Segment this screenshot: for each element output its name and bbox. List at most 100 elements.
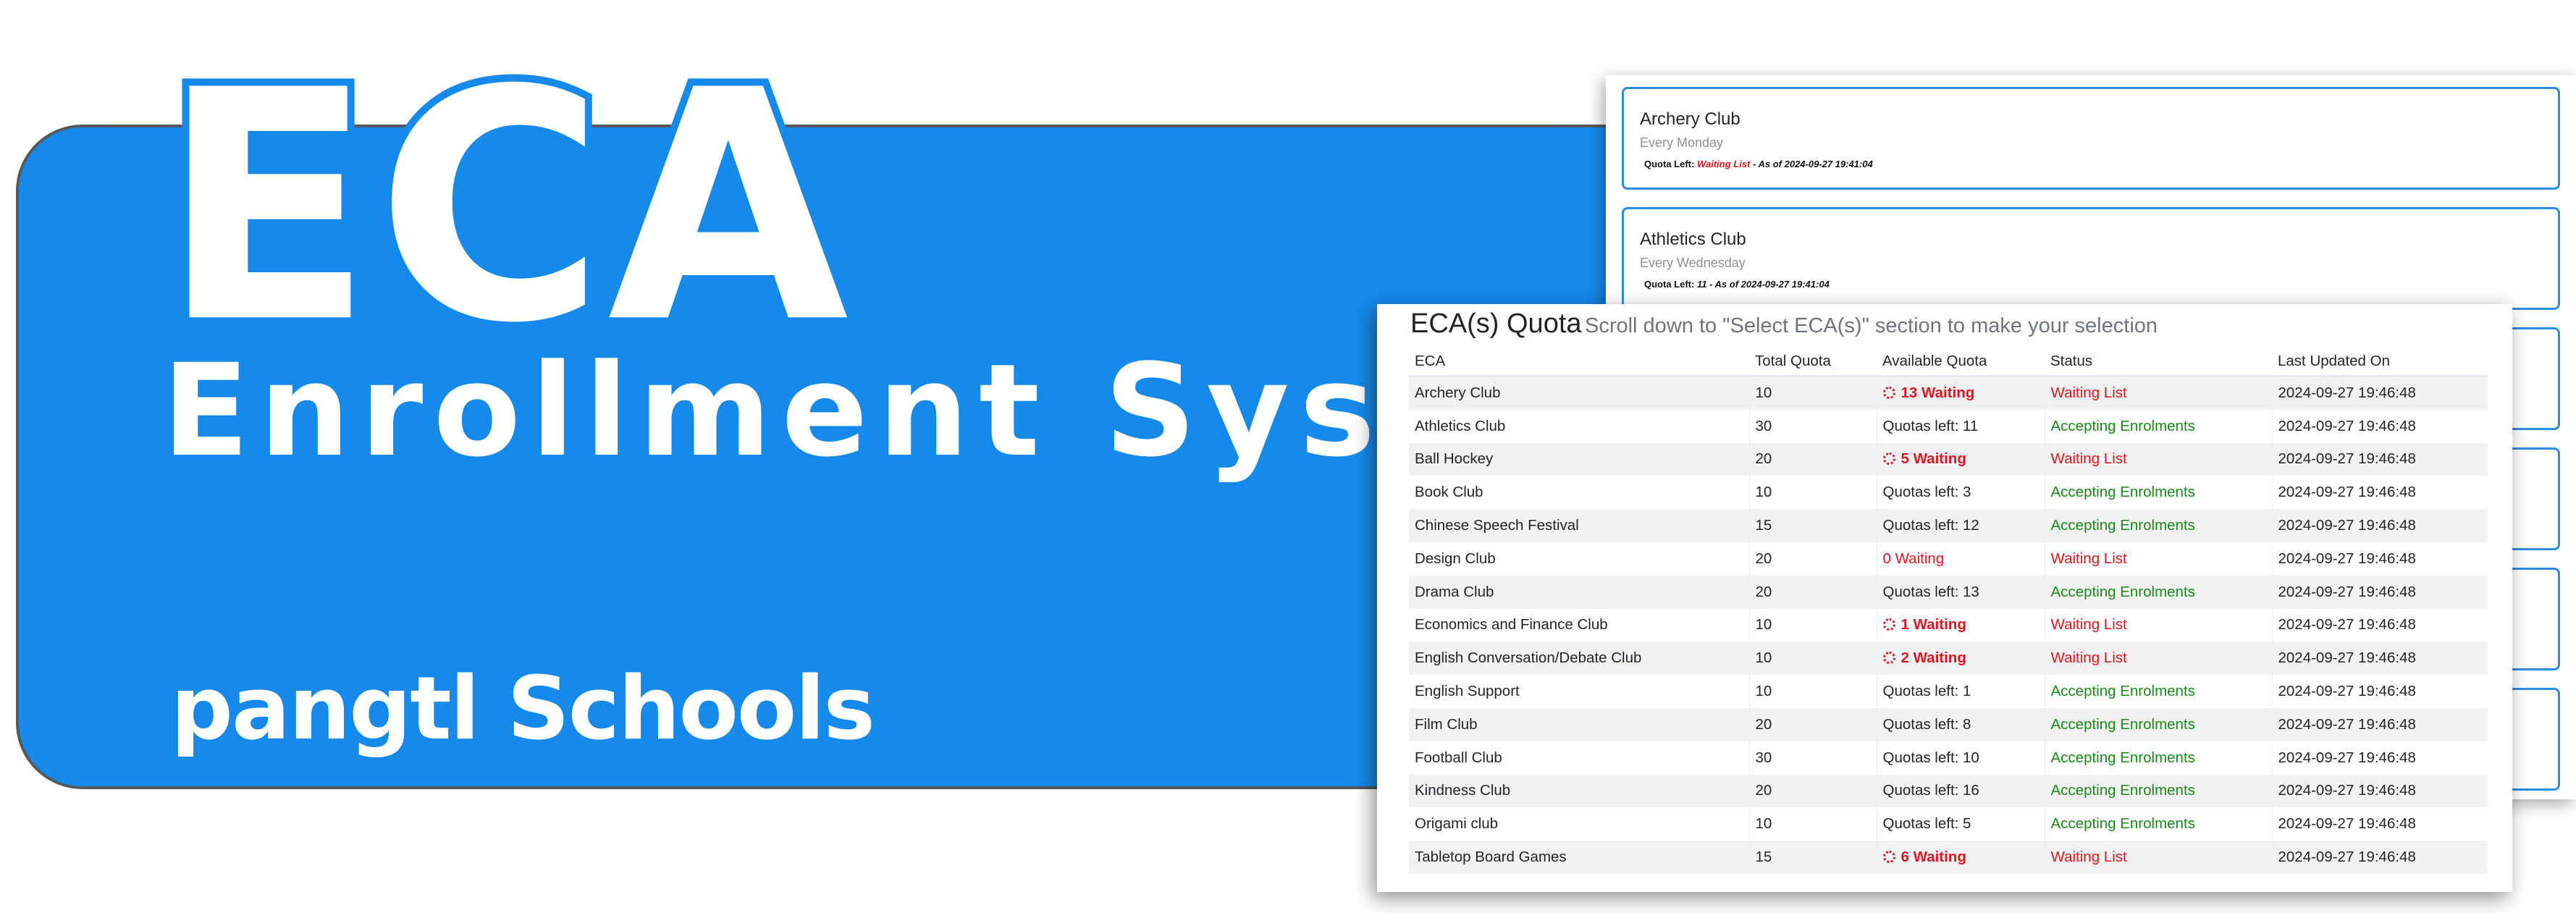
- cell-last-updated: 2024-09-27 19:46:48: [2271, 675, 2488, 708]
- cell-last-updated: 2024-09-27 19:46:48: [2271, 575, 2488, 609]
- club-card-quota: Quota Left: 11 - As of 2024-09-27 19:41:…: [1644, 279, 1830, 290]
- cell-last-updated: 2024-09-27 19:46:48: [2271, 442, 2488, 476]
- cell-status: Waiting List: [2044, 542, 2272, 576]
- cell-total-quota: 20: [1748, 575, 1877, 609]
- quota-heading: ECA(s) Quota Scroll down to "Select ECA(…: [1410, 308, 2158, 340]
- cell-available-quota: Quotas left: 12: [1876, 509, 2045, 542]
- cell-eca: English Conversation/Debate Club: [1409, 641, 1749, 676]
- quota-window: ECA(s) Quota Scroll down to "Select ECA(…: [1377, 304, 2512, 892]
- cell-total-quota: 30: [1748, 409, 1877, 443]
- club-card-name: Archery Club: [1640, 109, 1741, 129]
- quota-subtitle: Scroll down to "Select ECA(s)" section t…: [1584, 314, 2158, 337]
- cell-available-quota: Quotas left: 8: [1876, 707, 2045, 741]
- cell-last-updated: 2024-09-27 19:46:48: [2271, 542, 2488, 576]
- cell-status: Accepting Enrolments: [2044, 707, 2272, 741]
- cell-status: Waiting List: [2044, 376, 2272, 410]
- available-quota-text: Quotas left: 16: [1882, 782, 1979, 799]
- cell-eca: Athletics Club: [1409, 409, 1749, 443]
- cell-total-quota: 15: [1748, 509, 1877, 542]
- available-quota-text: Quotas left: 13: [1882, 583, 1979, 600]
- available-quota-text: 5 Waiting: [1901, 450, 1966, 468]
- available-quota-text: Quotas left: 8: [1882, 715, 1971, 733]
- cell-total-quota: 10: [1748, 641, 1877, 676]
- cell-available-quota: 5 Waiting: [1876, 442, 2045, 476]
- quota-title: ECA(s) Quota: [1410, 308, 1582, 339]
- cell-available-quota: Quotas left: 16: [1876, 774, 2045, 808]
- club-card[interactable]: Athletics Club Every Wednesday Quota Lef…: [1622, 207, 2560, 310]
- quota-table: ECA Total Quota Available Quota Status L…: [1409, 348, 2488, 874]
- cell-available-quota: 2 Waiting: [1876, 641, 2045, 676]
- cell-last-updated: 2024-09-27 19:46:48: [2271, 476, 2488, 510]
- loading-spinner-icon: [1882, 453, 1895, 466]
- cell-eca: Football Club: [1409, 741, 1749, 775]
- club-card-name: Athletics Club: [1640, 230, 1746, 249]
- available-quota-text: Quotas left: 1: [1882, 683, 1971, 700]
- loading-spinner-icon: [1882, 652, 1895, 665]
- column-header-eca: ECA: [1409, 348, 1749, 376]
- table-row: Drama Club 20 Quotas left: 13 Accepting Enr…: [1409, 575, 2488, 609]
- column-header-total-quota: Total Quota: [1749, 348, 1877, 376]
- loading-spinner-icon: [1882, 618, 1895, 631]
- cell-eca: Chinese Speech Festival: [1409, 509, 1749, 542]
- cell-eca: Tabletop Board Games: [1409, 841, 1749, 874]
- cell-available-quota: Quotas left: 1: [1876, 675, 2045, 708]
- cell-last-updated: 2024-09-27 19:46:48: [2271, 509, 2488, 542]
- cell-eca: Economics and Finance Club: [1409, 608, 1749, 642]
- cell-available-quota: 13 Waiting: [1876, 376, 2045, 410]
- available-quota-text: Quotas left: 11: [1882, 417, 1979, 434]
- cell-available-quota: Quotas left: 11: [1876, 409, 2045, 443]
- cell-available-quota: Quotas left: 5: [1876, 807, 2045, 841]
- club-card-schedule: Every Monday: [1640, 135, 1724, 150]
- cell-eca: English Support: [1409, 675, 1749, 708]
- available-quota-text: Quotas left: 12: [1882, 517, 1979, 534]
- table-row: Chinese Speech Festival 15 Quotas left: 12…: [1409, 509, 2488, 542]
- table-row: Origami club 10 Quotas left: 5 Accepting En…: [1409, 807, 2488, 841]
- cell-last-updated: 2024-09-27 19:46:48: [2271, 774, 2488, 808]
- cell-status: Waiting List: [2044, 641, 2272, 676]
- cell-total-quota: 30: [1748, 741, 1877, 775]
- cell-status: Accepting Enrolments: [2044, 509, 2272, 542]
- cell-status: Waiting List: [2044, 442, 2272, 476]
- column-header-status: Status: [2045, 348, 2272, 376]
- cell-status: Accepting Enrolments: [2044, 675, 2272, 708]
- cell-available-quota: Quotas left: 3: [1876, 476, 2045, 510]
- available-quota-text: 13 Waiting: [1901, 384, 1975, 401]
- cell-total-quota: 10: [1748, 476, 1877, 510]
- available-quota-text: 0 Waiting: [1882, 550, 1945, 567]
- cell-last-updated: 2024-09-27 19:46:48: [2271, 807, 2488, 841]
- cell-status: Accepting Enrolments: [2044, 741, 2272, 775]
- cell-eca: Ball Hockey: [1409, 442, 1749, 476]
- column-header-last-updated: Last Updated On: [2272, 348, 2488, 376]
- table-row: Design Club 20 0 Waiting Waiting List 2024-0…: [1409, 542, 2488, 576]
- cell-eca: Film Club: [1409, 707, 1749, 741]
- banner-title: ECA: [153, 23, 856, 393]
- table-row: Kindness Club 20 Quotas left: 16 Accepting …: [1409, 774, 2488, 808]
- cell-total-quota: 10: [1748, 608, 1877, 642]
- table-row: English Support 10 Quotas left: 1 Accepting…: [1409, 675, 2488, 708]
- cell-total-quota: 20: [1748, 542, 1877, 576]
- loading-spinner-icon: [1882, 386, 1895, 399]
- club-card[interactable]: Archery Club Every Monday Quota Left: Wa…: [1622, 87, 2560, 190]
- cell-last-updated: 2024-09-27 19:46:48: [2271, 707, 2488, 741]
- table-header-row: ECA Total Quota Available Quota Status L…: [1409, 348, 2488, 376]
- cell-total-quota: 20: [1748, 707, 1877, 741]
- cell-status: Accepting Enrolments: [2044, 774, 2272, 808]
- cell-eca: Design Club: [1409, 542, 1749, 576]
- table-row: Archery Club 10 13 Waiting Waiting List 2024…: [1409, 376, 2488, 410]
- available-quota-text: 2 Waiting: [1901, 649, 1966, 667]
- table-row: Athletics Club 30 Quotas left: 11 Accepting…: [1409, 409, 2488, 443]
- table-row: Ball Hockey 20 5 Waiting Waiting List 2024-0…: [1409, 442, 2488, 476]
- cell-eca: Kindness Club: [1409, 774, 1749, 808]
- cell-last-updated: 2024-09-27 19:46:48: [2271, 409, 2488, 443]
- available-quota-text: Quotas left: 10: [1882, 749, 1979, 766]
- cell-total-quota: 10: [1748, 376, 1877, 410]
- cell-last-updated: 2024-09-27 19:46:48: [2271, 741, 2488, 775]
- table-row: Book Club 10 Quotas left: 3 Accepting Enrol…: [1409, 476, 2488, 510]
- available-quota-text: Quotas left: 3: [1882, 484, 1971, 501]
- club-card-schedule: Every Wednesday: [1640, 256, 1746, 270]
- cell-total-quota: 10: [1748, 675, 1877, 708]
- cell-available-quota: Quotas left: 13: [1876, 575, 2045, 609]
- cell-eca: Origami club: [1409, 807, 1749, 841]
- table-row: Football Club 30 Quotas left: 10 Accepting …: [1409, 741, 2488, 775]
- available-quota-text: 1 Waiting: [1901, 616, 1966, 634]
